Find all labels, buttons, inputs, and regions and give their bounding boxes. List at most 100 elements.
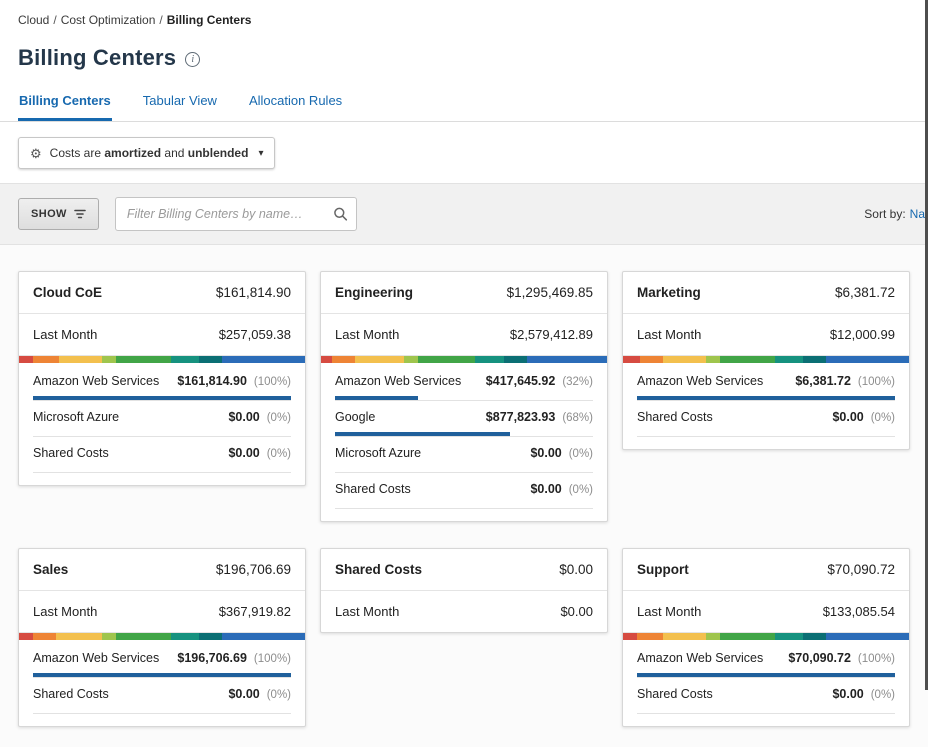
last-month-label: Last Month	[637, 327, 701, 342]
provider-amount: $161,814.90	[177, 374, 247, 388]
provider-percent: (100%)	[254, 653, 291, 665]
tab-tabular-view[interactable]: Tabular View	[142, 87, 218, 121]
provider-row: Shared Costs$0.00(0%)	[321, 473, 607, 509]
billing-center-grid: Cloud CoE $161,814.90 Last Month $257,05…	[0, 245, 928, 747]
breadcrumb-cost-optimization[interactable]: Cost Optimization	[61, 13, 156, 27]
card-title[interactable]: Sales	[33, 562, 68, 577]
billing-center-card[interactable]: Engineering $1,295,469.85 Last Month $2,…	[320, 271, 608, 522]
bar-segment	[222, 356, 305, 363]
provider-list: Amazon Web Services$70,090.72(100%)Share…	[623, 640, 909, 726]
last-month-value: $367,919.82	[219, 604, 291, 619]
tab-billing-centers[interactable]: Billing Centers	[18, 87, 112, 121]
cost-distribution-bar	[623, 356, 909, 363]
provider-usage-fill	[33, 673, 291, 677]
provider-name: Amazon Web Services	[33, 651, 159, 665]
cost-distribution-bar	[19, 633, 305, 640]
last-month-label: Last Month	[335, 327, 399, 342]
provider-name: Amazon Web Services	[33, 374, 159, 388]
provider-percent: (0%)	[569, 448, 593, 460]
costs-settings-button[interactable]: ⚙ Costs are amortized and unblended ▾	[18, 137, 275, 169]
bar-segment	[116, 356, 170, 363]
bar-segment	[116, 633, 170, 640]
bar-segment	[504, 356, 527, 363]
breadcrumb-separator: /	[159, 13, 162, 27]
bar-segment	[418, 356, 475, 363]
bar-segment	[19, 633, 33, 640]
bar-segment	[171, 356, 200, 363]
provider-name: Shared Costs	[637, 410, 713, 424]
card-total: $161,814.90	[216, 285, 291, 300]
card-total: $6,381.72	[835, 285, 895, 300]
provider-name: Amazon Web Services	[637, 651, 763, 665]
provider-row: Google$877,823.93(68%)	[321, 401, 607, 437]
provider-list: Amazon Web Services $161,814.90 (100%) Micr…	[19, 363, 305, 485]
sort-by-link[interactable]: Na	[910, 207, 925, 221]
bar-segment	[663, 356, 706, 363]
card-header: Sales $196,706.69	[19, 549, 305, 591]
provider-usage-track	[637, 432, 895, 437]
card-header: Engineering $1,295,469.85	[321, 272, 607, 314]
bar-segment	[332, 356, 355, 363]
bar-segment	[640, 356, 663, 363]
provider-percent: (100%)	[858, 376, 895, 388]
bar-segment	[355, 356, 404, 363]
provider-percent: (0%)	[871, 689, 895, 701]
show-filters-button[interactable]: SHOW	[18, 198, 99, 230]
provider-amount: $0.00	[228, 446, 259, 460]
bar-segment	[637, 633, 663, 640]
billing-center-card[interactable]: Support $70,090.72 Last Month $133,085.5…	[622, 548, 910, 727]
provider-usage-track	[335, 504, 593, 509]
filter-input[interactable]	[115, 197, 357, 231]
provider-amount: $0.00	[832, 687, 863, 701]
provider-usage-track	[33, 468, 291, 473]
provider-usage-fill	[637, 396, 895, 400]
card-title[interactable]: Cloud CoE	[33, 285, 102, 300]
info-icon[interactable]: i	[185, 52, 200, 67]
bar-segment	[222, 633, 305, 640]
costs-settings-row: ⚙ Costs are amortized and unblended ▾	[0, 122, 928, 183]
provider-percent: (100%)	[254, 376, 291, 388]
bar-segment	[803, 633, 826, 640]
last-month-row: Last Month $2,579,412.89	[321, 314, 607, 356]
billing-center-card[interactable]: Shared Costs $0.00 Last Month $0.00	[320, 548, 608, 633]
search-icon	[333, 207, 348, 222]
billing-center-card[interactable]: Marketing $6,381.72 Last Month $12,000.9…	[622, 271, 910, 450]
provider-amount: $877,823.93	[486, 410, 556, 424]
provider-name: Shared Costs	[33, 687, 109, 701]
breadcrumb-cloud[interactable]: Cloud	[18, 13, 49, 27]
provider-amount: $0.00	[228, 410, 259, 424]
provider-percent: (0%)	[871, 412, 895, 424]
bar-segment	[102, 356, 116, 363]
card-title[interactable]: Shared Costs	[335, 562, 422, 577]
provider-name: Microsoft Azure	[33, 410, 119, 424]
chevron-down-icon: ▾	[258, 148, 263, 159]
provider-amount: $0.00	[530, 482, 561, 496]
last-month-row: Last Month $0.00	[321, 591, 607, 632]
bar-segment	[171, 633, 200, 640]
card-title[interactable]: Engineering	[335, 285, 413, 300]
billing-center-card[interactable]: Cloud CoE $161,814.90 Last Month $257,05…	[18, 271, 306, 486]
provider-amount: $417,645.92	[486, 374, 556, 388]
bar-segment	[56, 633, 102, 640]
bar-segment	[803, 356, 826, 363]
provider-row: Microsoft Azure$0.00(0%)	[321, 437, 607, 473]
bar-segment	[826, 633, 909, 640]
provider-row: Amazon Web Services$417,645.92(32%)	[321, 365, 607, 401]
billing-center-card[interactable]: Sales $196,706.69 Last Month $367,919.82…	[18, 548, 306, 727]
last-month-value: $12,000.99	[830, 327, 895, 342]
bar-segment	[775, 356, 804, 363]
card-title[interactable]: Support	[637, 562, 689, 577]
provider-usage-fill	[637, 673, 895, 677]
bar-segment	[19, 356, 33, 363]
provider-list: Amazon Web Services$6,381.72(100%)Shared…	[623, 363, 909, 449]
breadcrumb-separator: /	[53, 13, 56, 27]
provider-list: Amazon Web Services$196,706.69(100%)Shar…	[19, 640, 305, 726]
provider-percent: (0%)	[267, 412, 291, 424]
provider-amount: $70,090.72	[788, 651, 851, 665]
bar-segment	[33, 356, 59, 363]
card-title[interactable]: Marketing	[637, 285, 701, 300]
provider-amount: $0.00	[228, 687, 259, 701]
card-total: $70,090.72	[827, 562, 895, 577]
tab-allocation-rules[interactable]: Allocation Rules	[248, 87, 343, 121]
provider-percent: (68%)	[562, 412, 593, 424]
